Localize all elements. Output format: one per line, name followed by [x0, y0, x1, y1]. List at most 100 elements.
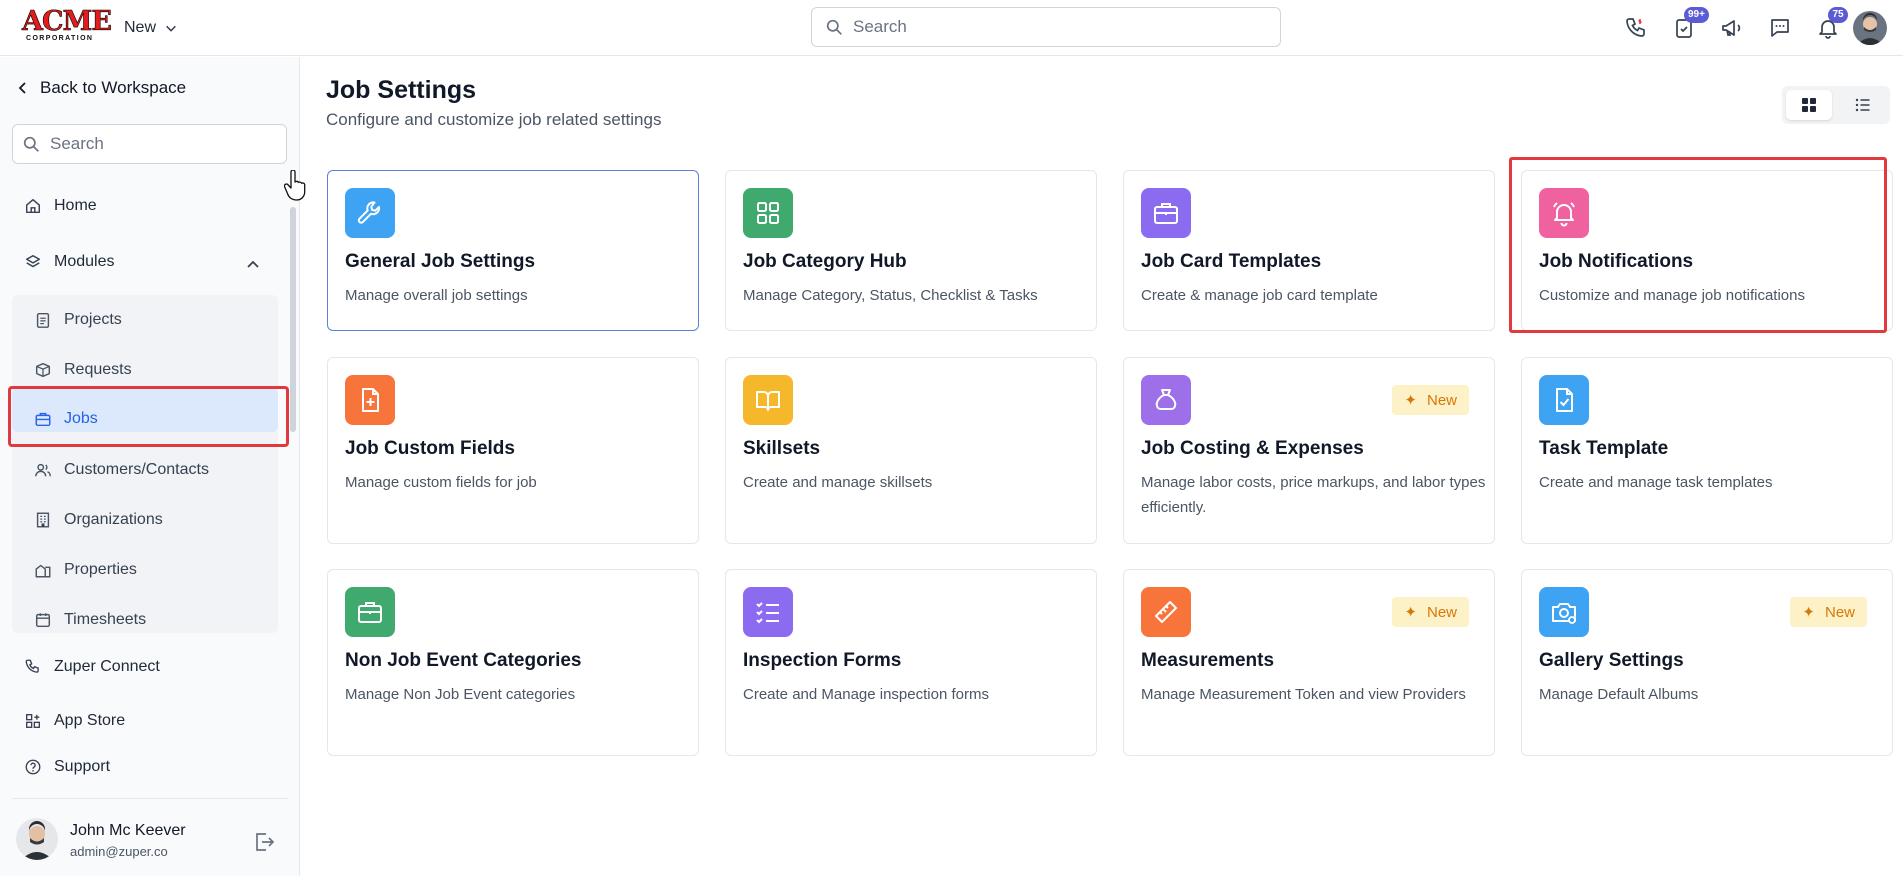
sidebar-divider [12, 798, 288, 799]
announcements-button[interactable] [1714, 10, 1750, 46]
notifications-button[interactable]: 75 [1810, 7, 1848, 46]
logout-icon[interactable] [252, 830, 276, 854]
settings-card-inspection-forms[interactable]: Inspection Forms Create and Manage inspe… [725, 569, 1097, 756]
grid-icon [743, 188, 793, 238]
calendar-icon [35, 613, 51, 628]
file-plus-icon [345, 375, 395, 425]
badge-label: New [1824, 603, 1855, 621]
badge-label: New [1426, 603, 1457, 621]
sidebar-item-home[interactable]: Home [24, 197, 97, 215]
settings-card-job-notifications[interactable]: Job Notifications Customize and manage j… [1521, 170, 1893, 331]
tasks-badge: 99+ [1684, 7, 1709, 23]
chevron-up-icon[interactable] [245, 256, 261, 272]
clipboard-icon [36, 312, 50, 328]
sidebar-item-customers-contacts[interactable]: Customers/Contacts [34, 461, 209, 479]
card-description: Manage Default Albums [1539, 686, 1699, 703]
global-search-input[interactable] [853, 17, 1253, 37]
chat-button[interactable] [1762, 10, 1798, 46]
view-toggle [1782, 86, 1890, 124]
sidebar-item-organizations[interactable]: Organizations [34, 511, 163, 529]
sidebar-item-label: Properties [64, 561, 137, 578]
phone-icon [1626, 18, 1645, 37]
card-description: Manage Non Job Event categories [345, 686, 576, 703]
card-title: Measurements [1141, 650, 1275, 671]
card-description: Customize and manage job notifications [1539, 287, 1805, 304]
settings-card-non-job-event-categories[interactable]: Non Job Event Categories Manage Non Job … [327, 569, 699, 756]
global-search[interactable] [811, 7, 1281, 47]
new-dropdown-button[interactable]: New [124, 16, 178, 40]
settings-card-job-card-templates[interactable]: Job Card Templates Create & manage job c… [1123, 170, 1495, 331]
card-description: Manage Measurement Token and view Provid… [1141, 686, 1466, 703]
file-check-icon [1539, 375, 1589, 425]
card-title: Job Notifications [1539, 251, 1694, 272]
page-title: Job Settings [326, 76, 477, 104]
card-title: Skillsets [743, 438, 821, 459]
sparkle-icon: ✦ [1802, 604, 1815, 621]
sidebar-item-zuper-connect[interactable]: Zuper Connect [24, 658, 160, 676]
header-actions: 99+ 75 [1618, 7, 1858, 46]
user-name: John Mc Keever [70, 822, 186, 839]
settings-card-job-custom-fields[interactable]: Job Custom Fields Manage custom fields f… [327, 357, 699, 544]
sidebar-search[interactable] [12, 124, 287, 164]
sidebar-item-label: Organizations [64, 511, 163, 528]
new-badge: ✦ New [1392, 597, 1469, 627]
sidebar: Back to Workspace Home Modules Projects … [0, 57, 300, 876]
building-icon [36, 512, 50, 528]
sidebar-search-input[interactable] [50, 134, 270, 154]
sidebar-item-requests[interactable]: Requests [34, 361, 132, 379]
settings-card-job-costing-expenses[interactable]: ✦ New Job Costing & Expenses Manage labor… [1123, 357, 1495, 544]
briefcase-icon [345, 587, 395, 637]
alarm-bell-icon [1539, 188, 1589, 238]
phone-button[interactable] [1618, 10, 1654, 46]
user-email: admin@zuper.co [70, 844, 168, 859]
settings-card-general-job-settings[interactable]: General Job Settings Manage overall job … [327, 170, 699, 331]
sidebar-item-modules[interactable]: Modules [24, 253, 114, 271]
card-description: Create and Manage inspection forms [743, 686, 989, 703]
back-label: Back to Workspace [40, 78, 187, 97]
briefcase-icon [35, 412, 51, 427]
sidebar-item-properties[interactable]: Properties [34, 561, 137, 579]
sidebar-scrollbar[interactable] [290, 207, 296, 432]
notifications-badge: 75 [1828, 7, 1848, 23]
sidebar-item-timesheets[interactable]: Timesheets [34, 611, 146, 629]
card-title: Task Template [1539, 438, 1669, 459]
layers-icon [25, 254, 41, 268]
sidebar-item-label: Zuper Connect [54, 658, 160, 675]
list-view-button[interactable] [1840, 90, 1886, 120]
back-to-workspace-link[interactable]: Back to Workspace [16, 78, 186, 98]
sidebar-item-app-store[interactable]: App Store [24, 712, 125, 730]
card-description: Manage custom fields for job [345, 474, 537, 491]
sidebar-item-label: Jobs [64, 410, 98, 427]
sidebar-item-projects[interactable]: Projects [34, 311, 122, 329]
sidebar-item-support[interactable]: Support [24, 758, 110, 776]
user-avatar[interactable] [16, 818, 58, 860]
settings-card-skillsets[interactable]: Skillsets Create and manage skillsets [725, 357, 1097, 544]
sidebar-item-jobs[interactable]: Jobs [34, 410, 98, 428]
sidebar-item-label: Projects [64, 311, 122, 328]
settings-card-job-category-hub[interactable]: Job Category Hub Manage Category, Status… [725, 170, 1097, 331]
sidebar-item-label: Customers/Contacts [64, 461, 209, 478]
top-bar: ACME CORPORATION New 99+ 75 [0, 0, 1903, 56]
logo-tagline: CORPORATION [26, 35, 94, 42]
tasks-button[interactable]: 99+ [1666, 7, 1709, 46]
briefcase-icon [1141, 188, 1191, 238]
help-icon [25, 759, 41, 775]
grid-view-button[interactable] [1786, 90, 1832, 120]
settings-card-measurements[interactable]: ✦ New Measurements Manage Measurement Tok… [1123, 569, 1495, 756]
card-title: General Job Settings [345, 251, 536, 272]
chevron-left-icon [18, 82, 26, 94]
acme-logo[interactable]: ACME CORPORATION [22, 7, 113, 42]
settings-card-task-template[interactable]: Task Template Create and manage task tem… [1521, 357, 1893, 544]
sidebar-item-label: Home [54, 197, 97, 214]
grid-icon [1802, 98, 1816, 112]
megaphone-icon [1722, 20, 1741, 36]
chat-icon [1771, 19, 1789, 37]
user-avatar[interactable] [1853, 11, 1887, 45]
card-description: Manage overall job settings [345, 287, 528, 304]
badge-label: New [1426, 391, 1457, 409]
sparkle-icon: ✦ [1404, 392, 1417, 409]
card-title: Job Card Templates [1141, 251, 1322, 272]
apps-icon [26, 714, 40, 728]
book-icon [743, 375, 793, 425]
settings-card-gallery-settings[interactable]: ✦ New Gallery Settings Manage Default Alb… [1521, 569, 1893, 756]
